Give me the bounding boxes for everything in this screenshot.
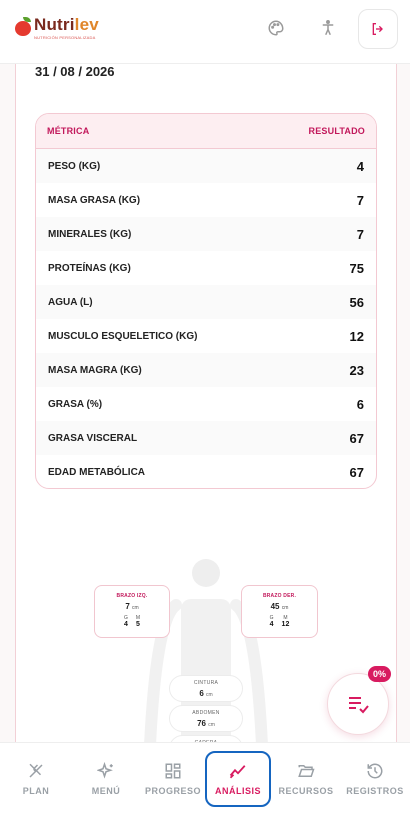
row-label: EDAD METABÓLICA: [48, 466, 146, 478]
table-header: MÉTRICA RESULTADO: [36, 114, 376, 149]
row-value: 56: [349, 294, 364, 310]
row-label: MASA MAGRA (KG): [48, 364, 142, 376]
nav-item-registros[interactable]: REGISTROS: [342, 751, 408, 807]
utensils-icon: [29, 763, 43, 778]
nutrilev-logo[interactable]: Nutrilev NUTRICIÓN PERSONALIZADA: [14, 16, 99, 40]
right-arm-title: BRAZO DER.: [262, 593, 297, 599]
right-arm-value: 45: [270, 602, 280, 611]
left-arm-g-value: 4: [123, 621, 128, 628]
abdomen-title: ABDOMEN: [192, 710, 220, 716]
left-arm-measure[interactable]: BRAZO IZQ. 7 cm G4 M5: [94, 585, 170, 638]
nav-label: PROGRESO: [144, 786, 201, 796]
table-row: MASA GRASA (KG) 7: [36, 183, 376, 217]
nav-item-analisis[interactable]: ANÁLISIS: [205, 751, 271, 807]
dashboard-icon: [165, 763, 181, 779]
row-label: AGUA (L): [48, 296, 93, 308]
table-row: PROTEÍNAS (KG) 75: [36, 251, 376, 285]
checklist-icon: [349, 697, 369, 714]
left-arm-unit: cm: [132, 605, 139, 611]
logout-button[interactable]: [358, 9, 398, 49]
nav-label: PLAN: [22, 786, 50, 796]
table-row: PESO (KG) 4: [36, 149, 376, 183]
row-value: 75: [349, 260, 364, 276]
brand-name-part2: lev: [74, 15, 99, 34]
row-value: 67: [349, 464, 364, 480]
nav-label: RECURSOS: [278, 786, 334, 796]
nav-item-plan[interactable]: PLAN: [3, 751, 69, 807]
abdomen-value: 76: [197, 719, 206, 728]
metrics-table: MÉTRICA RESULTADO PESO (KG) 4 MASA GRASA …: [35, 113, 377, 489]
progress-badge: 0%: [367, 666, 391, 682]
abdomen-measure[interactable]: ABDOMEN 76 cm: [169, 705, 243, 732]
table-row: GRASA VISCERAL 67: [36, 421, 376, 455]
table-row: AGUA (L) 56: [36, 285, 376, 319]
nav-label: MENÚ: [91, 786, 121, 796]
row-label: PROTEÍNAS (KG): [48, 262, 131, 274]
nav-item-menu[interactable]: MENÚ: [73, 751, 139, 807]
progress-fab[interactable]: 0%: [327, 666, 391, 735]
table-row: GRASA (%) 6: [36, 387, 376, 421]
row-value: 12: [349, 328, 364, 344]
brand-name-part1: Nutri: [34, 15, 75, 34]
nav-label: REGISTROS: [346, 786, 404, 796]
accessibility-icon[interactable]: [318, 18, 338, 38]
right-arm-g-value: 4: [269, 621, 274, 628]
nav-item-progreso[interactable]: PROGRESO: [140, 751, 206, 807]
logout-icon: [372, 23, 383, 35]
waist-value: 6: [199, 689, 204, 698]
row-label: GRASA VISCERAL: [48, 432, 138, 444]
right-arm-unit: cm: [281, 605, 289, 611]
nav-label: ANÁLISIS: [214, 786, 261, 796]
row-label: MINERALES (KG): [48, 228, 132, 240]
bottom-nav: PLAN MENÚ PROGRESO ANÁLISIS RECURSOS REG…: [0, 742, 410, 820]
row-value: 4: [356, 158, 364, 174]
table-row: EDAD METABÓLICA 67: [36, 455, 376, 488]
waist-title: CINTURA: [193, 680, 219, 686]
column-metric: MÉTRICA: [47, 126, 90, 136]
table-body: PESO (KG) 4 MASA GRASA (KG) 7 MINERALES (K…: [36, 149, 376, 488]
folder-open-icon: [298, 765, 315, 777]
analysis-date: 31 / 08 / 2026: [35, 64, 115, 79]
row-label: MASA GRASA (KG): [48, 194, 141, 206]
table-row: MINERALES (KG) 7: [36, 217, 376, 251]
brand-tagline: NUTRICIÓN PERSONALIZADA: [34, 35, 96, 40]
top-bar: Nutrilev NUTRICIÓN PERSONALIZADA: [0, 0, 410, 64]
table-row: MASA MAGRA (KG) 23: [36, 353, 376, 387]
row-value: 6: [356, 396, 364, 412]
sparkle-icon: [97, 762, 113, 779]
trending-up-icon: [229, 765, 246, 779]
row-value: 23: [349, 362, 364, 378]
left-arm-title: BRAZO IZQ.: [116, 593, 148, 599]
abdomen-unit: cm: [208, 722, 215, 728]
palette-icon[interactable]: [266, 18, 286, 38]
right-arm-measure[interactable]: BRAZO DER. 45 cm G4 M 12: [241, 585, 318, 638]
right-arm-m-value: 12: [281, 621, 290, 628]
waist-measure[interactable]: CINTURA 6 cm: [169, 675, 243, 702]
column-result: RESULTADO: [308, 126, 365, 136]
row-value: 7: [356, 192, 364, 208]
waist-unit: cm: [206, 692, 213, 698]
history-icon: [367, 763, 383, 779]
apple-icon: [14, 17, 32, 36]
brand: Nutrilev NUTRICIÓN PERSONALIZADA: [34, 15, 99, 41]
table-row: MUSCULO ESQUELETICO (KG) 12: [36, 319, 376, 353]
row-label: PESO (KG): [48, 160, 101, 172]
app: Nutrilev NUTRICIÓN PERSONALIZADA 31 / 08…: [0, 0, 410, 820]
row-label: MUSCULO ESQUELETICO (KG): [48, 330, 198, 342]
left-arm-value: 7: [125, 602, 130, 611]
row-label: GRASA (%): [48, 398, 103, 410]
left-arm-m-value: 5: [135, 621, 140, 628]
row-value: 7: [356, 226, 364, 242]
row-value: 67: [349, 430, 364, 446]
nav-item-recursos[interactable]: RECURSOS: [273, 751, 339, 807]
